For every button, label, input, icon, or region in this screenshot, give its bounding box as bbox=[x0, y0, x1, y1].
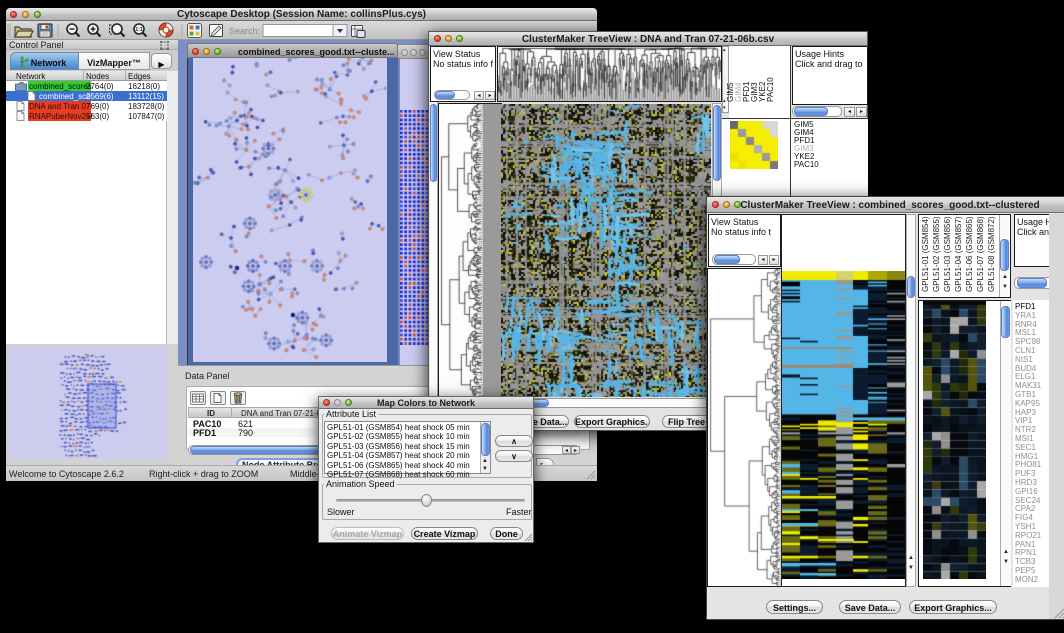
svg-text:Search:: Search: bbox=[229, 26, 260, 36]
svg-text:1:1: 1:1 bbox=[135, 27, 142, 33]
